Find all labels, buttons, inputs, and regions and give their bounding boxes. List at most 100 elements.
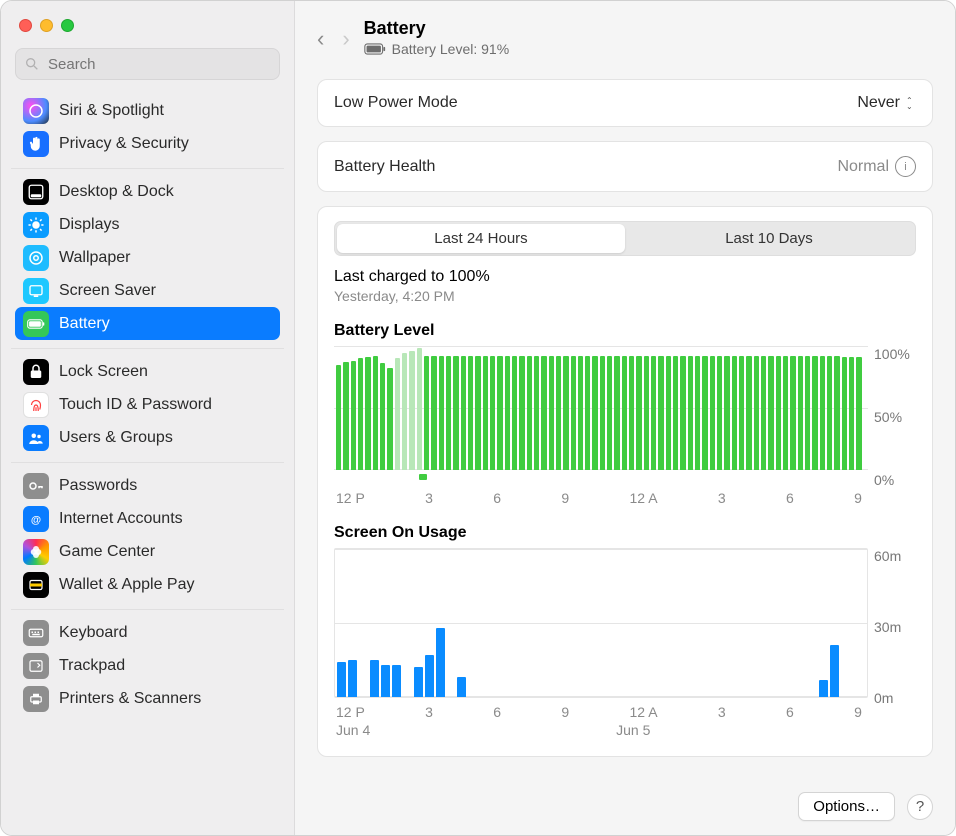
footer: Options… ? — [317, 780, 933, 821]
battery-bar — [776, 356, 781, 470]
battery-bar — [431, 356, 436, 470]
battery-bar — [717, 356, 722, 470]
tab-last-24-hours[interactable]: Last 24 Hours — [337, 224, 625, 253]
battery-bar — [768, 356, 773, 470]
battery-bar — [534, 356, 539, 470]
sidebar-item-label: Printers & Scanners — [59, 690, 201, 708]
lock-icon — [23, 359, 49, 385]
sidebar-item-label: Touch ID & Password — [59, 396, 212, 414]
battery-bar — [798, 356, 803, 470]
y-tick: 30m — [874, 619, 916, 635]
screen-on-chart: Screen On Usage 12 P36912 A369 Jun 4Jun … — [334, 524, 916, 738]
sidebar-item-users[interactable]: Users & Groups — [15, 421, 280, 454]
usage-bar — [392, 665, 401, 697]
pw-icon — [23, 473, 49, 499]
maximize-icon[interactable] — [61, 19, 74, 32]
battery-bar — [739, 356, 744, 470]
minimize-icon[interactable] — [40, 19, 53, 32]
battery-bar — [519, 356, 524, 470]
page-title: Battery — [364, 18, 510, 39]
battery-bar — [409, 351, 414, 470]
nav-forward-icon[interactable]: › — [342, 28, 349, 50]
screen-on-bars — [334, 548, 868, 698]
battery-bar — [563, 356, 568, 470]
search-field[interactable] — [15, 48, 280, 80]
sidebar-item-disp[interactable]: Displays — [15, 208, 280, 241]
battery-bar — [790, 356, 795, 470]
sidebar-item-label: Wallet & Apple Pay — [59, 576, 194, 594]
battery-bar — [387, 368, 392, 470]
gc-icon — [23, 539, 49, 565]
battery-bar — [761, 356, 766, 470]
battery-bar — [512, 356, 517, 470]
sidebar-item-label: Wallpaper — [59, 249, 130, 267]
battery-bar — [578, 356, 583, 470]
sidebar-item-ssav[interactable]: Screen Saver — [15, 274, 280, 307]
battery-bar — [732, 356, 737, 470]
sidebar-item-pw[interactable]: Passwords — [15, 469, 280, 502]
sidebar-item-lock[interactable]: Lock Screen — [15, 355, 280, 388]
sidebar-item-dock[interactable]: Desktop & Dock — [15, 175, 280, 208]
sidebar-item-gc[interactable]: Game Center — [15, 535, 280, 568]
battery-health-card: Battery Health Normal i — [317, 141, 933, 192]
battery-bar — [336, 365, 341, 470]
x-tick: 12 P — [336, 490, 365, 506]
sidebar: Siri & SpotlightPrivacy & Security Deskto… — [1, 1, 295, 835]
nav-back-icon[interactable]: ‹ — [317, 28, 324, 50]
sidebar-item-wall[interactable]: Wallpaper — [15, 241, 280, 274]
battery-bar — [629, 356, 634, 470]
inet-icon: @ — [23, 506, 49, 532]
charge-marker-icon — [419, 474, 427, 480]
users-icon — [23, 425, 49, 451]
usage-bar — [425, 655, 434, 697]
sidebar-item-pr[interactable]: Printers & Scanners — [15, 682, 280, 715]
battery-bar — [658, 356, 663, 470]
sidebar-item-batt[interactable]: Battery — [15, 307, 280, 340]
help-button[interactable]: ? — [907, 794, 933, 820]
sidebar-item-kb[interactable]: Keyboard — [15, 616, 280, 649]
battery-bar — [483, 356, 488, 470]
battery-bar — [380, 363, 385, 470]
battery-bar — [651, 356, 656, 470]
search-icon — [24, 56, 40, 72]
sidebar-item-tp[interactable]: Trackpad — [15, 649, 280, 682]
battery-bar — [695, 356, 700, 470]
usage-bar — [830, 645, 839, 697]
touch-icon — [23, 392, 49, 418]
sidebar-item-label: Trackpad — [59, 657, 125, 675]
sidebar-item-siri[interactable]: Siri & Spotlight — [15, 94, 280, 127]
svg-text:@: @ — [31, 513, 41, 525]
disp-icon — [23, 212, 49, 238]
y-tick: 0% — [874, 472, 916, 488]
window-controls — [1, 13, 294, 44]
options-button[interactable]: Options… — [798, 792, 895, 821]
sidebar-item-wallet[interactable]: Wallet & Apple Pay — [15, 568, 280, 601]
battery-bar — [680, 356, 685, 470]
search-input[interactable] — [46, 55, 271, 74]
tab-last-10-days[interactable]: Last 10 Days — [625, 224, 913, 253]
battery-bar — [497, 356, 502, 470]
wall-icon — [23, 245, 49, 271]
sidebar-item-inet[interactable]: @Internet Accounts — [15, 502, 280, 535]
battery-bar — [834, 356, 839, 470]
x-tick: 3 — [425, 704, 433, 720]
battery-bar — [636, 356, 641, 470]
last-charged: Last charged to 100% Yesterday, 4:20 PM — [334, 268, 916, 304]
battery-bar — [373, 356, 378, 470]
sidebar-item-hand[interactable]: Privacy & Security — [15, 127, 280, 160]
sidebar-item-touch[interactable]: Touch ID & Password — [15, 388, 280, 421]
battery-bar — [812, 356, 817, 470]
low-power-select[interactable]: Never — [857, 94, 916, 112]
close-icon[interactable] — [19, 19, 32, 32]
hand-icon — [23, 131, 49, 157]
low-power-card: Low Power Mode Never — [317, 79, 933, 127]
battery-bar — [453, 356, 458, 470]
battery-bar — [746, 356, 751, 470]
battery-bar — [592, 356, 597, 470]
battery-level-bars — [334, 346, 868, 470]
tp-icon — [23, 653, 49, 679]
y-tick: 0m — [874, 690, 916, 706]
info-icon[interactable]: i — [895, 156, 916, 177]
battery-bar — [666, 356, 671, 470]
time-range-segmented[interactable]: Last 24 HoursLast 10 Days — [334, 221, 916, 256]
